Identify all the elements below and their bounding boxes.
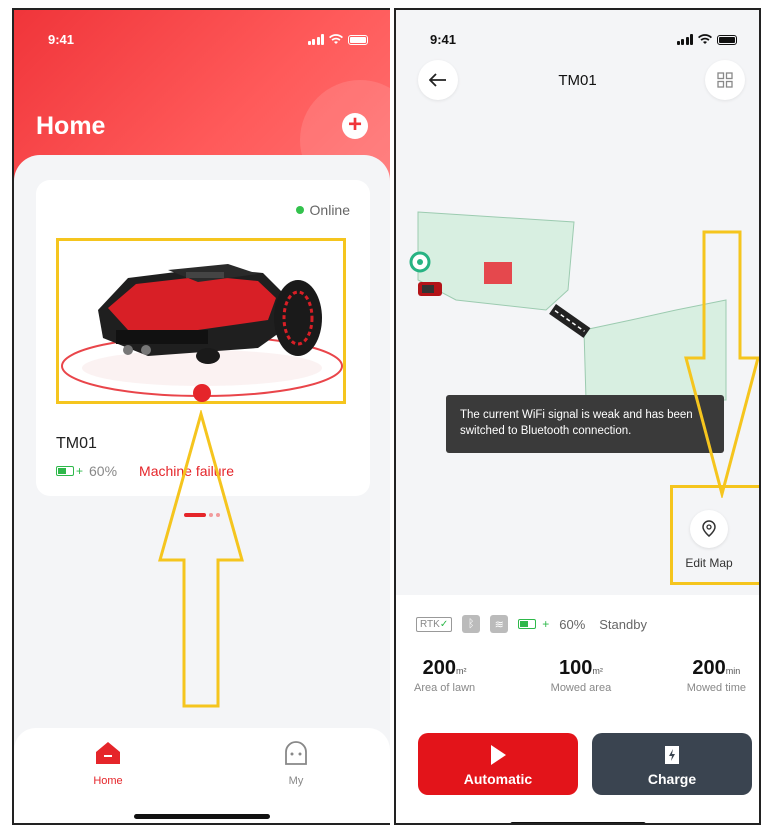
metric-mowed-time: 200min Mowed time <box>687 657 746 694</box>
metric-mowed-area: 100m² Mowed area <box>551 657 612 694</box>
metric-area-of-lawn: 200m² Area of lawn <box>414 657 475 694</box>
control-panel: RTK✓ ᛒ ≋ + 60% Standby 200m² Area of law… <box>396 595 759 823</box>
annotation-arrow-down-icon <box>684 230 759 498</box>
annotation-arrow-up-icon <box>158 410 244 708</box>
profile-icon <box>285 741 307 765</box>
online-dot-icon <box>295 206 304 214</box>
automatic-button[interactable]: Automatic <box>418 733 578 795</box>
battery-icon <box>348 34 368 45</box>
status-time: 9:41 <box>48 32 75 47</box>
charge-label: Charge <box>647 771 697 787</box>
menu-button[interactable] <box>705 60 745 100</box>
device-status-row: RTK✓ ᛒ ≋ + 60% Standby <box>416 615 647 633</box>
online-status: Online <box>295 202 350 218</box>
automatic-label: Automatic <box>463 771 533 787</box>
charging-icon: + <box>542 617 550 631</box>
metric-unit: min <box>725 666 741 676</box>
device-detail-screen: 9:41 TM01 The current WiFi signal is wea… <box>394 8 761 825</box>
metric-value: 200 <box>422 657 457 679</box>
home-indicator <box>134 814 270 819</box>
nav-home-label: Home <box>93 775 123 787</box>
metrics-row: 200m² Area of lawn 100m² Mowed area 200m… <box>414 657 746 694</box>
wifi-icon <box>329 34 343 44</box>
metric-unit: m² <box>592 666 603 676</box>
status-bar: 9:41 <box>14 32 390 52</box>
play-icon <box>491 745 506 765</box>
annotation-point-icon <box>193 384 211 402</box>
wifi-status-icon: ≋ <box>490 615 509 633</box>
device-name: TM01 <box>56 435 97 452</box>
mower-state: Standby <box>599 616 647 632</box>
status-icons <box>307 34 368 45</box>
bottom-nav: Home My <box>14 728 390 823</box>
nav-my-label: My <box>288 775 304 787</box>
cellular-signal-icon <box>307 34 324 45</box>
home-icon <box>96 742 120 764</box>
bluetooth-icon: ᛒ <box>462 615 481 633</box>
cellular-signal-icon <box>676 34 693 45</box>
battery-level-icon <box>56 466 74 476</box>
add-device-button[interactable]: + <box>342 113 368 139</box>
online-label: Online <box>309 202 350 218</box>
rtk-status: RTK✓ <box>416 616 453 632</box>
plus-icon: + <box>347 111 362 138</box>
battery-icon <box>717 34 737 45</box>
connection-toast: The current WiFi signal is weak and has … <box>446 395 724 453</box>
charging-icon: + <box>76 464 84 478</box>
grid-icon <box>717 72 733 88</box>
metric-value: 100 <box>558 657 593 679</box>
charge-button[interactable]: Charge <box>592 733 752 795</box>
annotation-highlight-box <box>56 238 346 404</box>
metric-unit: m² <box>456 666 467 676</box>
status-time: 9:41 <box>430 32 457 47</box>
battery-percent: 60% <box>89 463 118 479</box>
home-screen: 9:41 Home + Online TM01 + 60% Machine fa… <box>12 8 390 825</box>
charging-station-icon <box>665 746 679 764</box>
nav-my[interactable]: My <box>266 740 326 787</box>
metric-label: Mowed time <box>686 682 746 694</box>
status-icons <box>676 34 737 45</box>
metric-label: Mowed area <box>550 682 612 694</box>
annotation-highlight-box <box>670 485 759 585</box>
status-bar: 9:41 <box>396 32 759 52</box>
page-title: Home <box>36 112 106 140</box>
metric-label: Area of lawn <box>414 682 476 694</box>
wifi-icon <box>698 34 712 44</box>
rtk-label: RTK <box>420 618 440 630</box>
battery-percent: 60% <box>559 616 586 632</box>
nav-home[interactable]: Home <box>78 740 138 787</box>
metric-value: 200 <box>692 657 726 679</box>
battery-level-icon <box>518 619 537 629</box>
